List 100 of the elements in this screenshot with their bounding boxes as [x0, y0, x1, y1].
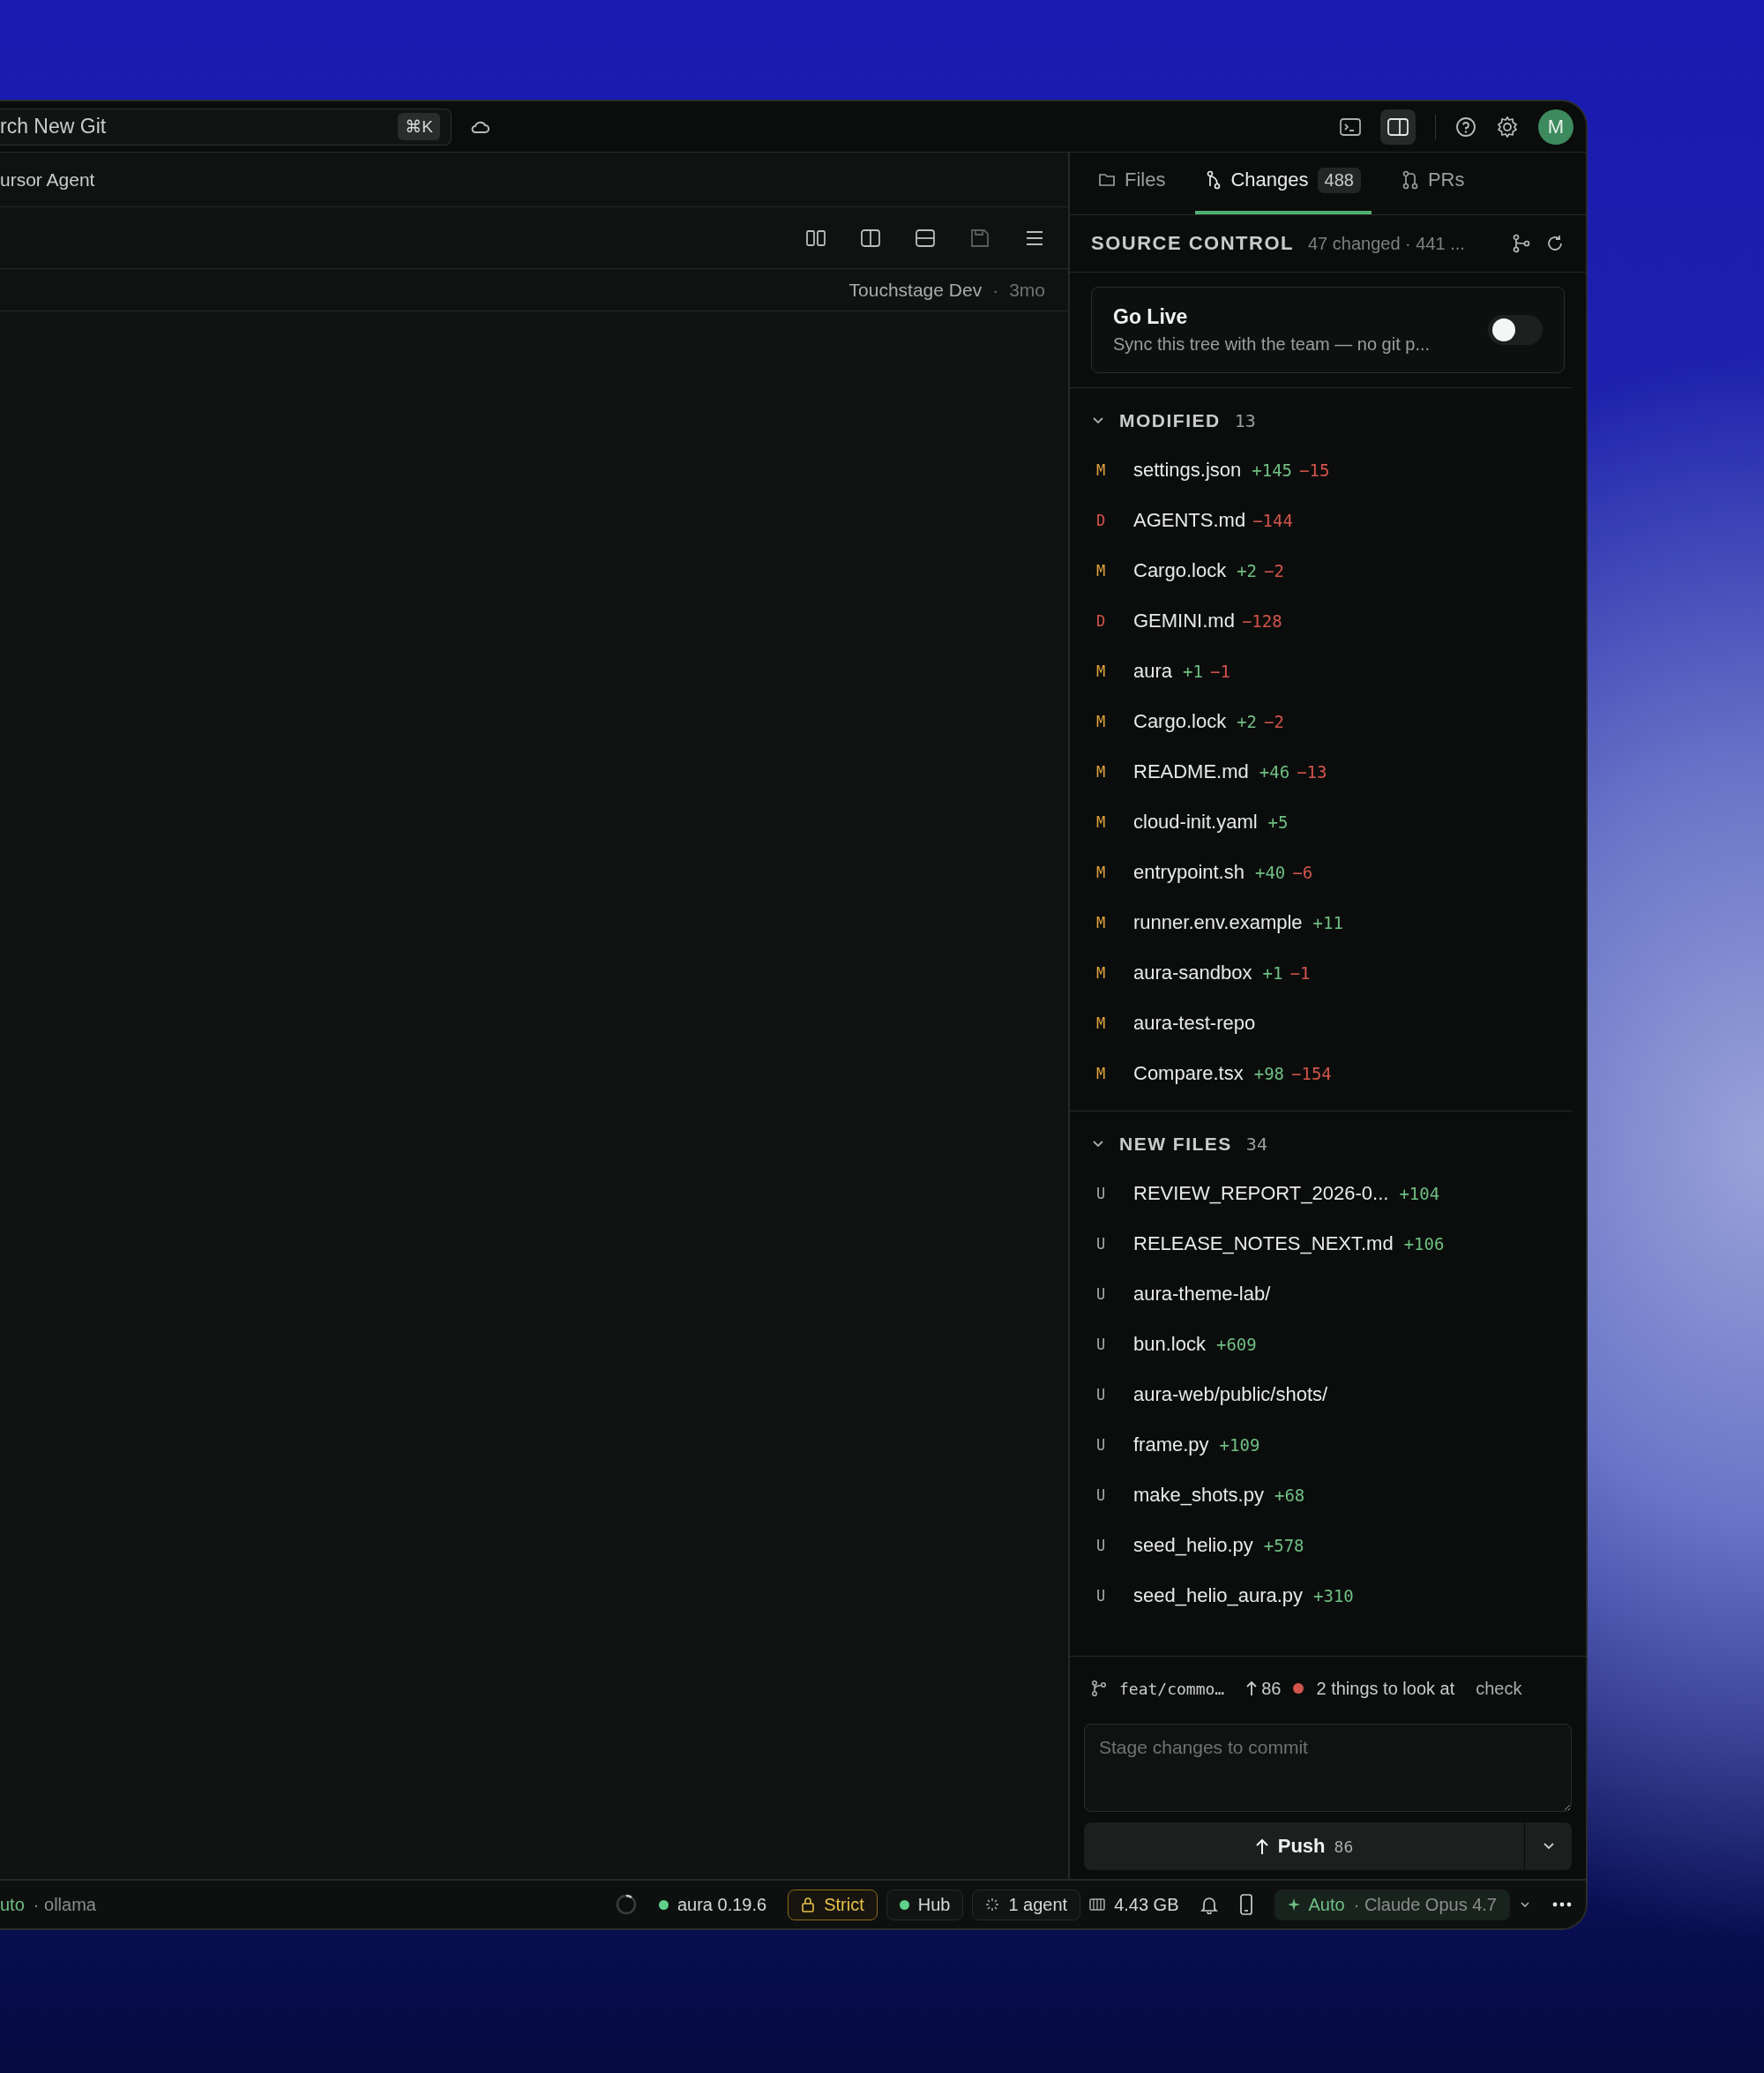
split-vertical-icon[interactable]: [860, 228, 881, 248]
file-name[interactable]: aura-sandbox: [1133, 961, 1252, 984]
file-name[interactable]: seed_helio_aura.py: [1133, 1583, 1304, 1607]
branch-icon: [1091, 1680, 1107, 1697]
file-name[interactable]: frame.py: [1133, 1433, 1209, 1456]
file-name[interactable]: REVIEW_REPORT_2026-0...: [1133, 1181, 1389, 1205]
added-count: +1: [1262, 962, 1283, 983]
branch-icon[interactable]: [1512, 234, 1531, 253]
file-name[interactable]: AGENTS.md: [1133, 508, 1246, 532]
bell-icon[interactable]: [1200, 1895, 1218, 1914]
file-name[interactable]: aura-theme-lab/: [1133, 1282, 1271, 1306]
file-status: M: [1096, 963, 1107, 982]
group-title[interactable]: NEW FILES: [1119, 1134, 1232, 1155]
project-name: Touchstage Dev: [848, 279, 983, 301]
file-name[interactable]: settings.json: [1133, 458, 1242, 482]
ahead-count: 86: [1245, 1678, 1282, 1699]
file-status: M: [1096, 561, 1107, 580]
mode-label[interactable]: uto: [0, 1894, 25, 1915]
added-count: +578: [1263, 1535, 1304, 1555]
file-status: U: [1096, 1284, 1107, 1303]
file-status: D: [1096, 611, 1107, 630]
group-title[interactable]: MODIFIED: [1119, 410, 1221, 431]
commit-message-field[interactable]: Stage changes to commit: [1084, 1724, 1572, 1812]
file-name[interactable]: aura-web/public/shots/: [1133, 1382, 1328, 1406]
file-status: U: [1096, 1385, 1107, 1403]
added-count: +2: [1237, 560, 1258, 580]
file-status: U: [1096, 1586, 1107, 1605]
file-name[interactable]: aura-test-repo: [1133, 1011, 1256, 1035]
version-indicator[interactable]: aura 0.19.6: [658, 1894, 767, 1915]
sidebar-toggle-button[interactable]: [1380, 109, 1416, 145]
added-count: +46: [1259, 761, 1290, 782]
removed-count: −1: [1289, 962, 1311, 983]
added-count: +2: [1237, 711, 1258, 731]
file-name[interactable]: Cargo.lock: [1133, 558, 1227, 582]
file-name[interactable]: runner.env.example: [1133, 910, 1303, 934]
removed-count: −128: [1241, 610, 1282, 631]
help-icon[interactable]: [1455, 116, 1476, 138]
separator-dot: ·: [992, 279, 999, 301]
phone-icon[interactable]: [1238, 1894, 1253, 1915]
split-horizontal-icon[interactable]: [915, 228, 936, 248]
added-count: +68: [1274, 1485, 1305, 1505]
agents-badge[interactable]: 1 agent: [972, 1889, 1081, 1920]
file-status: M: [1096, 863, 1107, 881]
panel-tab[interactable]: PRs: [1390, 153, 1476, 214]
chevron-icon[interactable]: [1091, 1139, 1105, 1149]
branch-name[interactable]: feat/commo…: [1119, 1679, 1225, 1698]
file-name[interactable]: Compare.tsx: [1133, 1061, 1244, 1085]
group-count: 34: [1245, 1134, 1267, 1155]
memory-indicator[interactable]: 4.43 GB: [1089, 1894, 1179, 1915]
added-count: +11: [1312, 912, 1343, 932]
panel-title: SOURCE CONTROL: [1091, 232, 1294, 255]
arrow-up-icon: [1254, 1837, 1269, 1855]
editor-tab[interactable]: ursor Agent: [0, 168, 95, 191]
provider-label[interactable]: · ollama: [33, 1894, 96, 1915]
removed-count: −2: [1264, 560, 1284, 580]
hub-badge[interactable]: Hub: [886, 1889, 964, 1920]
chevron-icon[interactable]: [1519, 1900, 1531, 1909]
file-name[interactable]: aura: [1133, 659, 1173, 683]
file-name[interactable]: GEMINI.md: [1133, 609, 1235, 632]
file-name[interactable]: seed_helio.py: [1133, 1533, 1253, 1557]
panel-tab[interactable]: Files: [1088, 153, 1177, 214]
file-name[interactable]: bun.lock: [1133, 1332, 1206, 1356]
toggle-switch[interactable]: [1488, 315, 1543, 345]
strict-badge[interactable]: Strict: [788, 1889, 878, 1920]
arrow-up-icon: [1245, 1680, 1259, 1696]
change-summary: 47 changed · 441 ...: [1308, 233, 1465, 254]
settings-icon[interactable]: [1496, 115, 1519, 138]
columns-icon[interactable]: [805, 228, 826, 248]
more-icon[interactable]: [1552, 1902, 1572, 1907]
removed-count: −154: [1291, 1063, 1332, 1083]
push-button[interactable]: Push 86: [1084, 1822, 1524, 1870]
file-name[interactable]: entrypoint.sh: [1133, 860, 1245, 884]
file-name[interactable]: Cargo.lock: [1133, 709, 1227, 733]
chevron-icon: [1541, 1841, 1556, 1852]
terminal-icon[interactable]: [1340, 116, 1361, 137]
removed-count: −13: [1297, 761, 1327, 782]
spinner-icon: [614, 1893, 638, 1916]
save-icon[interactable]: [969, 228, 990, 248]
file-status: U: [1096, 1184, 1107, 1202]
refresh-icon[interactable]: [1545, 234, 1565, 253]
chevron-icon[interactable]: [1091, 415, 1105, 426]
file-name[interactable]: RELEASE_NOTES_NEXT.md: [1133, 1231, 1394, 1255]
file-name[interactable]: make_shots.py: [1133, 1483, 1264, 1507]
file-status: M: [1096, 1064, 1107, 1082]
model-selector[interactable]: Auto · Claude Opus 4.7: [1274, 1889, 1510, 1920]
search-field[interactable]: rch New Git ⌘K: [0, 108, 452, 146]
file-status: M: [1096, 812, 1107, 831]
file-name[interactable]: README.md: [1133, 760, 1249, 783]
sparkle-icon: [1287, 1898, 1300, 1911]
file-status: D: [1096, 511, 1107, 529]
removed-count: −1: [1209, 661, 1230, 681]
issues-text[interactable]: 2 things to look at: [1316, 1678, 1455, 1699]
file-status: U: [1096, 1234, 1107, 1253]
file-name[interactable]: cloud-init.yaml: [1133, 810, 1258, 834]
file-status: U: [1096, 1335, 1107, 1353]
file-status: M: [1096, 662, 1107, 680]
avatar[interactable]: M: [1538, 109, 1573, 145]
removed-count: −144: [1252, 510, 1293, 530]
panel-tab[interactable]: Changes 488: [1195, 153, 1372, 214]
check-link[interactable]: check: [1476, 1678, 1522, 1699]
